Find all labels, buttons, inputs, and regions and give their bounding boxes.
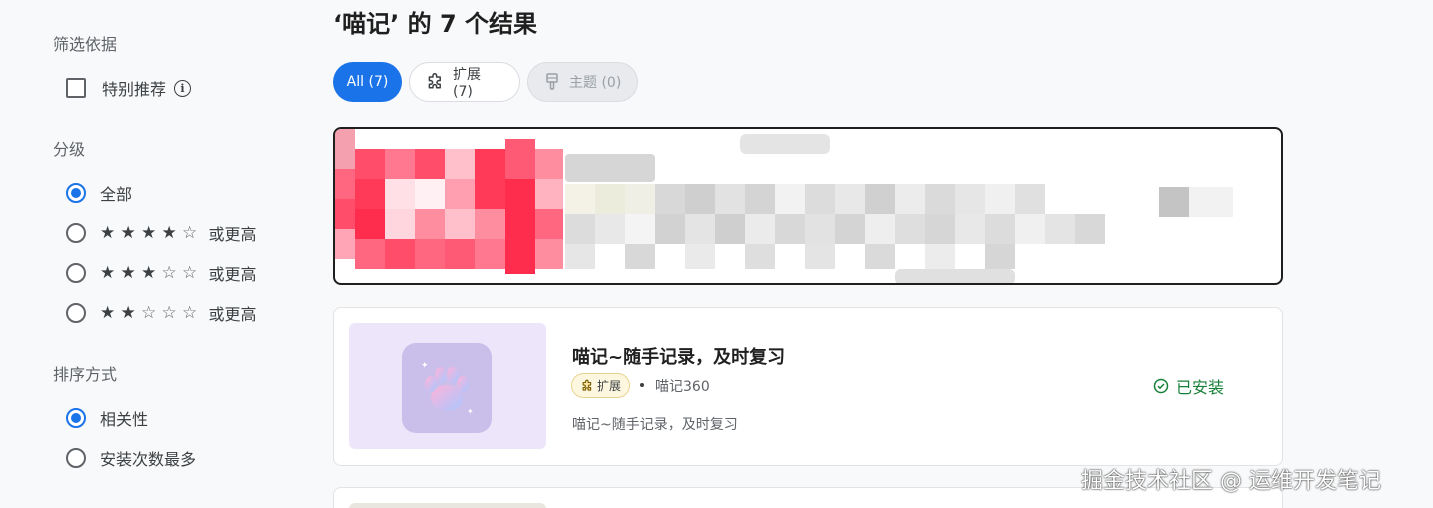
star-empty-icon: ☆ [161, 302, 177, 323]
redacted-mosaic [335, 129, 1233, 283]
rating-radio-all[interactable] [66, 183, 86, 203]
filter-section-title: 筛选依据 [53, 35, 118, 54]
star-empty-icon: ☆ [161, 262, 177, 283]
featured-label: 特别推荐 [102, 80, 167, 99]
svg-text:✦: ✦ [421, 361, 429, 371]
filter-sidebar: 筛选依据 特别推荐 i 分级 全部 ★ ★ ★ ★ ☆ 或更高 ★ ★ ★ ☆ … [0, 0, 300, 508]
extension-thumbnail: ✦ ✦ [349, 323, 546, 449]
sort-section-title: 排序方式 [53, 365, 118, 384]
installed-status: 已安装 [1153, 374, 1224, 398]
result-card-redacted[interactable] [333, 127, 1283, 285]
star-filled-icon: ★ [161, 222, 177, 243]
svg-text:✦: ✦ [467, 407, 474, 416]
separator-dot [640, 383, 644, 387]
result-card[interactable]: ✦ ✦ 喵记~随手记录，及时复习 扩展 喵记360 喵记~随手记录，及时复习 已… [333, 307, 1283, 466]
sort-option-label: 相关性 [100, 410, 149, 429]
brush-icon [543, 72, 561, 92]
featured-filter[interactable]: 特别推荐 i [66, 76, 192, 100]
installed-label: 已安装 [1176, 378, 1225, 397]
chip-label: 主题 (0) [569, 75, 622, 91]
puzzle-icon [425, 72, 445, 92]
watermark: 掘金技术社区 @ 运维开发笔记 [1081, 469, 1381, 494]
chip-label: All (7) [346, 74, 389, 90]
extension-type-badge: 扩展 [571, 373, 631, 398]
extension-description: 喵记~随手记录，及时复习 [572, 417, 738, 433]
star-empty-icon: ☆ [182, 262, 198, 283]
sort-radio-relevance[interactable] [66, 408, 86, 428]
rating-option-3-stars[interactable]: ★ ★ ★ ☆ ☆ 或更高 [66, 261, 257, 285]
rating-radio-3[interactable] [66, 263, 86, 283]
results-title: ‘喵记’ 的 7 个结果 [333, 10, 537, 38]
rating-option-4-stars[interactable]: ★ ★ ★ ★ ☆ 或更高 [66, 221, 257, 245]
rating-radio-4[interactable] [66, 223, 86, 243]
check-circle-icon [1153, 378, 1169, 394]
rating-option-label: 或更高 [208, 225, 257, 244]
badge-label: 扩展 [597, 379, 622, 393]
chip-themes[interactable]: 主题 (0) [527, 62, 638, 102]
star-empty-icon: ☆ [141, 302, 157, 323]
sort-option-most-installs[interactable]: 安装次数最多 [66, 446, 196, 470]
rating-option-2-stars[interactable]: ★ ★ ☆ ☆ ☆ 或更高 [66, 301, 257, 325]
star-empty-icon: ☆ [182, 302, 198, 323]
rating-radio-2[interactable] [66, 303, 86, 323]
star-filled-icon: ★ [120, 302, 136, 323]
chip-label: 扩展 (7) [453, 67, 481, 100]
info-icon[interactable]: i [174, 79, 192, 97]
star-filled-icon: ★ [100, 302, 116, 323]
extension-thumbnail [349, 503, 546, 508]
star-filled-icon: ★ [120, 222, 136, 243]
sort-option-relevance[interactable]: 相关性 [66, 406, 148, 430]
extension-title[interactable]: 喵记~随手记录，及时复习 [572, 343, 785, 369]
rating-option-label: 全部 [100, 185, 133, 204]
star-filled-icon: ★ [141, 222, 157, 243]
star-filled-icon: ★ [100, 262, 116, 283]
rating-section-title: 分级 [53, 140, 86, 159]
featured-checkbox[interactable] [66, 78, 86, 98]
sort-radio-most-installs[interactable] [66, 448, 86, 468]
chip-all[interactable]: All (7) [333, 62, 402, 102]
star-rating-2: ★ ★ ☆ ☆ ☆ [100, 302, 203, 323]
star-rating-4: ★ ★ ★ ★ ☆ [100, 222, 203, 243]
star-filled-icon: ★ [141, 262, 157, 283]
star-filled-icon: ★ [120, 262, 136, 283]
star-filled-icon: ★ [100, 222, 116, 243]
chip-extensions[interactable]: 扩展 (7) [409, 62, 520, 102]
sort-option-label: 安装次数最多 [100, 450, 197, 469]
star-empty-icon: ☆ [182, 222, 198, 243]
puzzle-icon [580, 379, 594, 393]
rating-option-label: 或更高 [208, 265, 257, 284]
paw-icon: ✦ ✦ [402, 343, 492, 433]
rating-option-label: 或更高 [208, 305, 257, 324]
publisher-name: 喵记360 [655, 379, 710, 395]
star-rating-3: ★ ★ ★ ☆ ☆ [100, 262, 203, 283]
rating-option-all[interactable]: 全部 [66, 181, 132, 205]
